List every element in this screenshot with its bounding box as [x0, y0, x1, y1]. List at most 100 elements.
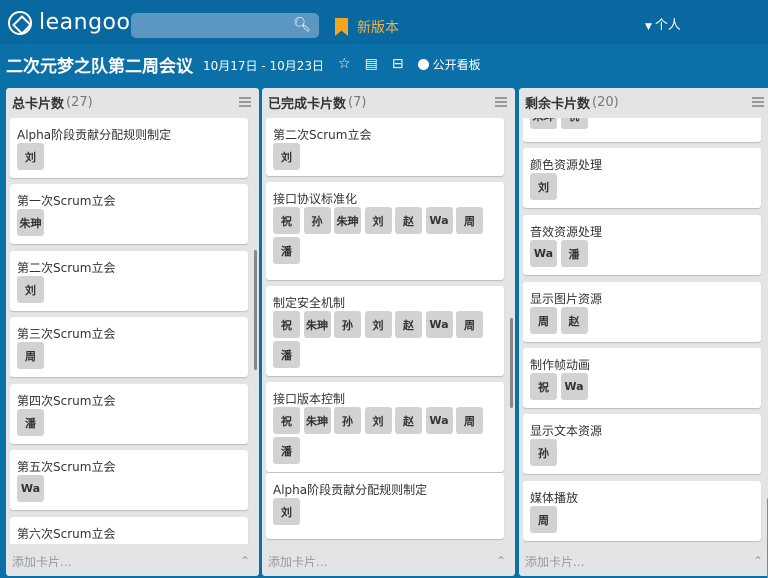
- card[interactable]: 制作帧动画祝 Wa: [523, 348, 761, 408]
- list-count: (20): [592, 94, 619, 110]
- add-card-link[interactable]: 添加卡片... ⌃: [6, 546, 259, 576]
- star-icon[interactable]: ☆: [338, 56, 351, 72]
- member-avatar[interactable]: 刘: [364, 407, 392, 434]
- card-title: 第三次Scrum立会: [17, 327, 116, 341]
- member-avatar[interactable]: 周: [530, 307, 557, 334]
- member-avatar[interactable]: 祝: [530, 373, 557, 400]
- scrollbar[interactable]: [510, 318, 513, 408]
- member-avatar[interactable]: 孙: [334, 407, 361, 434]
- list-count: (27): [66, 94, 93, 110]
- member-avatar[interactable]: 朱珅: [303, 407, 331, 434]
- member-avatar[interactable]: 潘: [560, 240, 588, 267]
- card[interactable]: 显示文本资源孙: [523, 414, 761, 474]
- member-avatar[interactable]: 朱珅: [17, 209, 44, 236]
- list-title[interactable]: 已完成卡片数: [268, 93, 346, 112]
- public-board-toggle[interactable]: 公开看板: [417, 56, 481, 73]
- member-avatar[interactable]: 朱珅: [303, 311, 331, 338]
- list-column: 总卡片数 (27) Alpha阶段贡献分配规则制定刘第一次Scrum立会 朱珅 第二次S…: [6, 88, 259, 576]
- member-avatar[interactable]: 周: [456, 311, 483, 338]
- card[interactable]: Alpha阶段贡献分配规则制定刘: [266, 473, 504, 539]
- member-avatar[interactable]: 刘: [364, 311, 392, 338]
- member-avatar[interactable]: 祝: [273, 311, 300, 338]
- card-title: 媒体播放: [530, 491, 579, 505]
- card[interactable]: 朱珅祝: [523, 118, 761, 142]
- member-avatar[interactable]: 赵: [560, 307, 588, 334]
- member-avatar[interactable]: 朱珅: [530, 118, 557, 129]
- card[interactable]: 颜色资源处理刘: [523, 148, 761, 208]
- card[interactable]: 第三次Scrum立会周: [10, 317, 248, 377]
- card[interactable]: 音效资源处理 Wa 潘: [523, 215, 761, 275]
- double-chevron-up-icon[interactable]: ⌃: [753, 554, 763, 568]
- double-chevron-up-icon[interactable]: ⌃: [240, 554, 250, 568]
- add-card-label: 添加卡片...: [268, 554, 328, 569]
- bookmark-icon: [335, 18, 348, 36]
- card[interactable]: Alpha阶段贡献分配规则制定刘: [10, 118, 248, 178]
- member-avatar[interactable]: 刘: [17, 143, 44, 170]
- double-chevron-up-icon[interactable]: ⌃: [496, 554, 506, 568]
- member-avatar[interactable]: Wa: [530, 240, 557, 267]
- member-avatar[interactable]: Wa: [425, 311, 453, 338]
- user-menu[interactable]: ▼ 个人: [645, 14, 681, 33]
- card[interactable]: 第一次Scrum立会 朱珅: [10, 184, 248, 244]
- logo[interactable]: leangoo: [8, 10, 130, 35]
- member-avatar[interactable]: 赵: [395, 311, 422, 338]
- member-avatar[interactable]: 潘: [17, 409, 44, 436]
- member-avatar[interactable]: 刘: [364, 207, 392, 234]
- menu-icon[interactable]: [495, 97, 507, 107]
- scrollbar[interactable]: [254, 250, 257, 370]
- collapse-board-icon[interactable]: ⊟: [392, 56, 404, 72]
- member-avatar[interactable]: 孙: [334, 311, 361, 338]
- board-title[interactable]: 二次元梦之队第二周会议: [6, 52, 193, 77]
- member-avatar[interactable]: Wa: [560, 373, 588, 400]
- member-avatar[interactable]: 周: [456, 407, 483, 434]
- member-avatar[interactable]: 赵: [395, 407, 422, 434]
- member-avatar[interactable]: 刘: [273, 143, 300, 170]
- list-header: 剩余卡片数 (20): [519, 88, 768, 116]
- member-avatar[interactable]: 祝: [560, 118, 588, 129]
- card[interactable]: 第六次Scrum立会: [10, 517, 248, 544]
- list-title[interactable]: 总卡片数: [12, 93, 64, 112]
- card[interactable]: 第二次Scrum立会刘: [266, 118, 504, 176]
- member-avatar[interactable]: Wa: [425, 207, 453, 234]
- member-avatar[interactable]: Wa: [425, 407, 453, 434]
- search-input[interactable]: 🔍︎: [131, 13, 319, 38]
- menu-icon[interactable]: [239, 97, 251, 107]
- card-title: 显示文本资源: [530, 424, 603, 438]
- new-version-link[interactable]: 新版本: [335, 17, 399, 37]
- list-title[interactable]: 剩余卡片数: [525, 93, 590, 112]
- card-title: 第二次Scrum立会: [273, 128, 372, 142]
- card[interactable]: 接口协议标准化祝孙朱珅刘赵 Wa 周潘: [266, 182, 504, 280]
- chart-icon[interactable]: ▤: [365, 56, 378, 72]
- card[interactable]: 显示图片资源周赵: [523, 282, 761, 342]
- card[interactable]: 制定安全机制祝朱珅孙刘赵 Wa 周潘: [266, 286, 504, 376]
- member-avatar[interactable]: 刘: [17, 276, 44, 303]
- member-avatar[interactable]: 周: [456, 207, 483, 234]
- menu-icon[interactable]: [752, 97, 764, 107]
- member-avatar[interactable]: 潘: [273, 237, 300, 264]
- public-board-label: 公开看板: [432, 57, 481, 72]
- card[interactable]: 接口版本控制祝朱珅孙刘赵 Wa 周潘: [266, 382, 504, 472]
- card[interactable]: 第二次Scrum立会刘: [10, 251, 248, 311]
- member-avatar[interactable]: 祝: [273, 207, 300, 234]
- add-card-link[interactable]: 添加卡片... ⌃: [519, 546, 768, 576]
- member-avatar[interactable]: 刘: [273, 498, 300, 525]
- member-avatar[interactable]: 周: [530, 506, 557, 533]
- member-avatar[interactable]: 祝: [273, 407, 300, 434]
- card[interactable]: 第四次Scrum立会潘: [10, 384, 248, 444]
- member-avatar[interactable]: 刘: [530, 173, 557, 200]
- member-avatar[interactable]: Wa: [17, 475, 44, 502]
- member-avatar[interactable]: 朱珅: [334, 207, 361, 234]
- member-avatar[interactable]: 潘: [273, 341, 300, 368]
- card-title: Alpha阶段贡献分配规则制定: [273, 483, 428, 497]
- card-title: 音效资源处理: [530, 225, 603, 239]
- card[interactable]: 第五次Scrum立会 Wa: [10, 450, 248, 510]
- member-avatar[interactable]: 潘: [273, 437, 300, 464]
- member-avatar[interactable]: 赵: [395, 207, 422, 234]
- new-version-label: 新版本: [357, 20, 399, 36]
- member-avatar[interactable]: 孙: [530, 439, 557, 466]
- card[interactable]: 媒体播放周: [523, 481, 761, 541]
- member-avatar[interactable]: 孙: [303, 207, 331, 234]
- member-avatar[interactable]: 周: [17, 342, 44, 369]
- search-icon[interactable]: 🔍︎: [293, 17, 311, 33]
- add-card-link[interactable]: 添加卡片... ⌃: [262, 546, 515, 576]
